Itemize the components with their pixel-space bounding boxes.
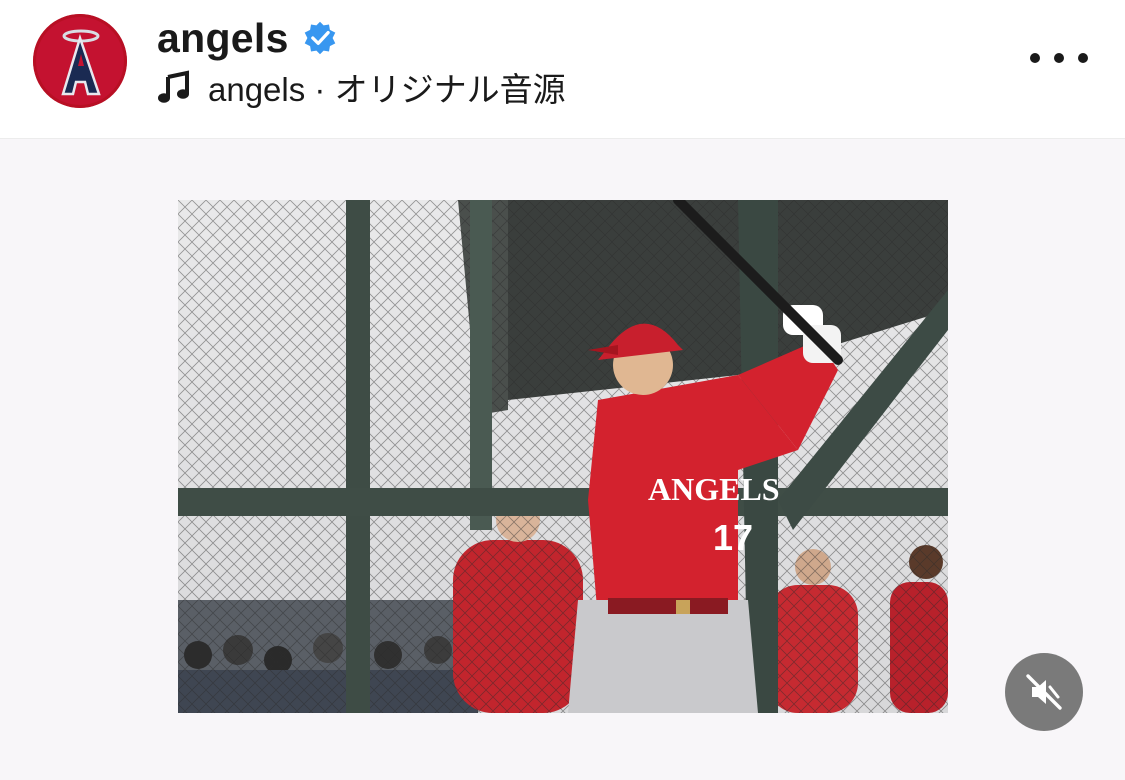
- audio-row[interactable]: angels · オリジナル音源: [157, 66, 566, 108]
- music-note-icon: [158, 70, 189, 103]
- verified-badge-icon: [304, 21, 335, 55]
- post-header: angels angels · オリジナル音源: [0, 0, 1125, 139]
- jersey-text: ANGELS: [648, 471, 780, 507]
- profile-avatar[interactable]: [33, 14, 127, 108]
- post-photo[interactable]: ANGELS 17: [178, 200, 948, 713]
- username[interactable]: angels: [157, 15, 289, 62]
- angels-logo: [33, 14, 127, 108]
- muted-speaker-icon: [1026, 674, 1062, 710]
- more-dot: [1030, 53, 1040, 63]
- jersey-number: 17: [713, 517, 753, 558]
- more-dot: [1078, 53, 1088, 63]
- more-dot: [1054, 53, 1064, 63]
- batting-practice-image: ANGELS 17: [178, 200, 948, 713]
- mute-toggle-button[interactable]: [1005, 653, 1083, 731]
- audio-label: angels · オリジナル音源: [208, 71, 566, 108]
- more-options-icon[interactable]: [1030, 44, 1088, 72]
- username-row: angels: [157, 14, 338, 62]
